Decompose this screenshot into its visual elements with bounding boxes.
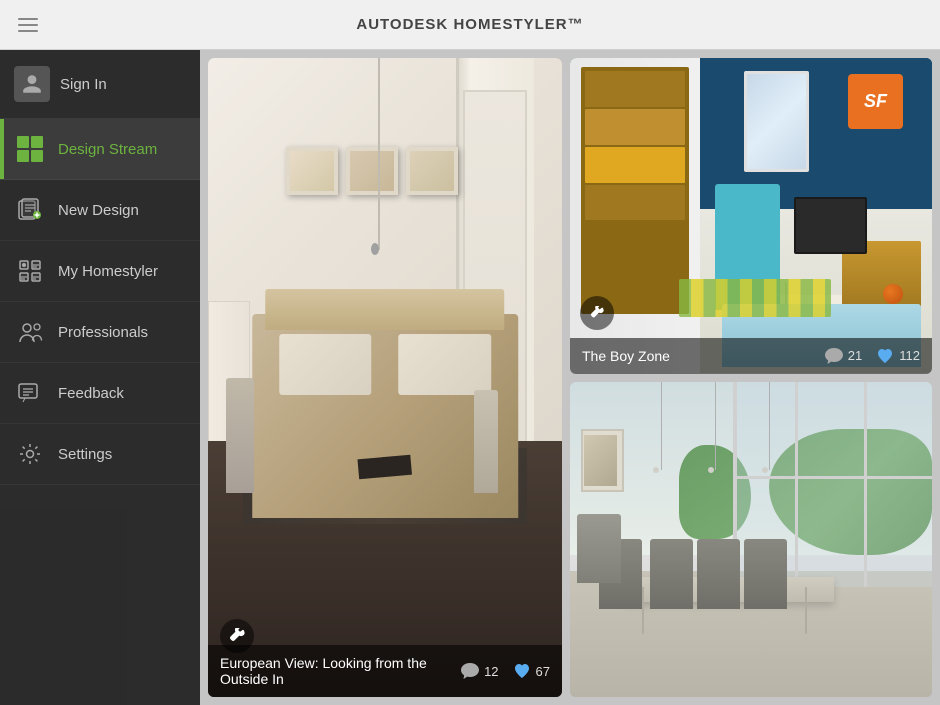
avatar <box>14 66 50 102</box>
user-area[interactable]: Sign In <box>0 50 200 119</box>
nav-label-new-design: New Design <box>58 202 139 219</box>
my-homestyler-icon <box>14 255 46 287</box>
left-card-title: European View: Looking from the Outside … <box>220 655 461 687</box>
heart-icon <box>513 663 531 679</box>
title-prefix: AUTODESK <box>356 16 453 33</box>
sidebar-item-professionals[interactable]: Professionals <box>0 302 200 363</box>
top-right-card-title: The Boy Zone <box>582 348 670 364</box>
heart-icon-tr <box>876 348 894 364</box>
sidebar: Sign In Design Stream <box>0 50 200 705</box>
nav-label-my-homestyler: My Homestyler <box>58 263 158 280</box>
top-right-card-overlay: The Boy Zone 21 112 <box>570 338 932 374</box>
design-stream-icon <box>14 133 46 165</box>
top-right-likes: 112 <box>876 348 920 364</box>
nav-label-settings: Settings <box>58 446 112 463</box>
left-card-comments: 12 <box>461 663 498 679</box>
new-design-icon <box>14 194 46 226</box>
edit-icon-top-right[interactable] <box>580 296 614 330</box>
user-icon <box>21 73 43 95</box>
left-card-stats: 12 67 <box>461 663 550 679</box>
content-area: European View: Looking from the Outside … <box>200 50 940 705</box>
left-card[interactable]: European View: Looking from the Outside … <box>208 58 562 697</box>
hamburger-button[interactable] <box>18 18 38 32</box>
app-header: AUTODESK HOMESTYLER™ <box>0 0 940 50</box>
main-content: Sign In Design Stream <box>0 50 940 705</box>
nav-label-feedback: Feedback <box>58 385 124 402</box>
sidebar-item-settings[interactable]: Settings <box>0 424 200 485</box>
bottom-right-card-image <box>570 382 932 698</box>
nav-label-professionals: Professionals <box>58 324 148 341</box>
wrench-icon-top-right <box>590 306 604 320</box>
sidebar-item-feedback[interactable]: Feedback <box>0 363 200 424</box>
comment-bubble-icon <box>461 663 479 679</box>
right-column: SF <box>570 58 932 697</box>
left-card-image <box>208 58 562 697</box>
top-right-card-image: SF <box>570 58 932 374</box>
sign-in-label[interactable]: Sign In <box>60 76 107 93</box>
top-right-card[interactable]: SF <box>570 58 932 374</box>
title-main: HOMESTYLER <box>453 16 567 33</box>
wrench-icon <box>229 628 245 644</box>
comment-bubble-icon-tr <box>825 348 843 364</box>
nav-label-design-stream: Design Stream <box>58 141 157 158</box>
top-right-card-stats: 21 112 <box>825 348 920 364</box>
sidebar-item-design-stream[interactable]: Design Stream <box>0 119 200 180</box>
feedback-icon <box>14 377 46 409</box>
sidebar-item-my-homestyler[interactable]: My Homestyler <box>0 241 200 302</box>
settings-icon <box>14 438 46 470</box>
bottom-right-card[interactable] <box>570 382 932 698</box>
professionals-icon <box>14 316 46 348</box>
title-suffix: ™ <box>568 16 584 33</box>
app-title: AUTODESK HOMESTYLER™ <box>356 16 583 33</box>
left-card-overlay: European View: Looking from the Outside … <box>208 645 562 697</box>
left-card-likes: 67 <box>513 663 550 679</box>
sidebar-item-new-design[interactable]: New Design <box>0 180 200 241</box>
top-right-comments: 21 <box>825 348 862 364</box>
